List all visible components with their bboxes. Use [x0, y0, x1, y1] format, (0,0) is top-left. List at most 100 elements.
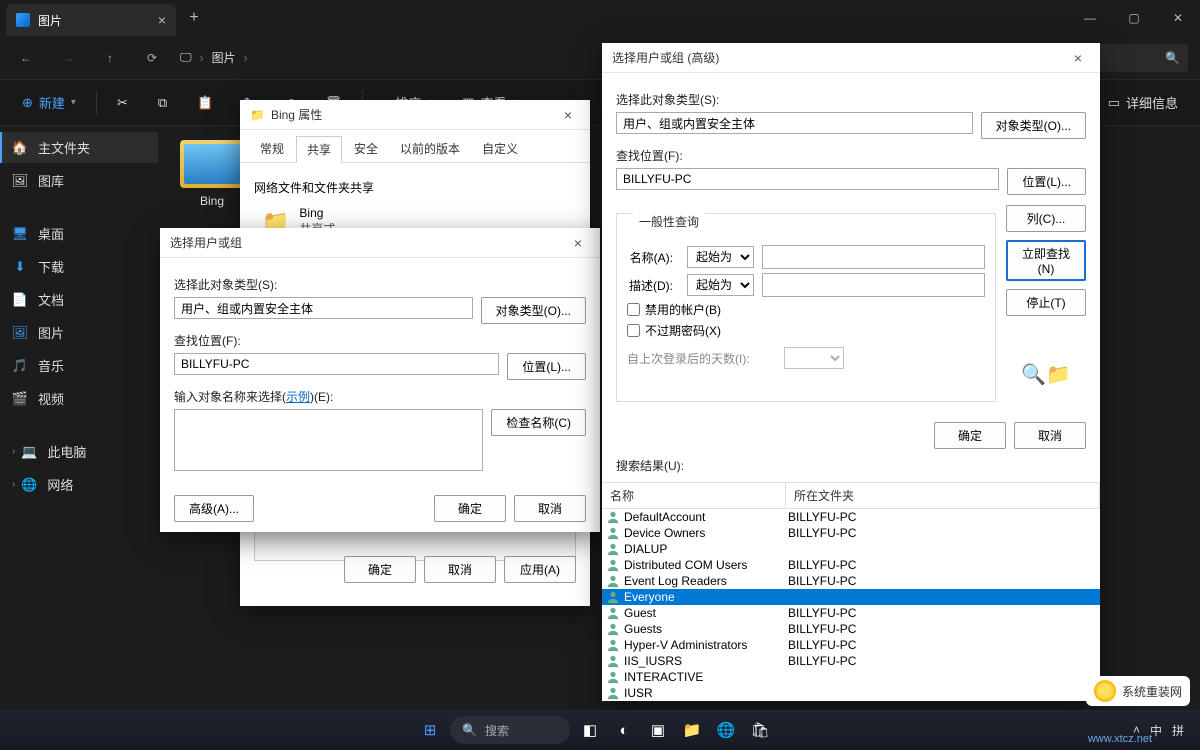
tab-security[interactable]: 安全: [344, 136, 388, 162]
back-button[interactable]: ←: [12, 44, 40, 72]
result-row[interactable]: Hyper-V AdministratorsBILLYFU-PC: [602, 637, 1100, 653]
name-match-select[interactable]: 起始为: [687, 246, 754, 268]
ok-button[interactable]: 确定: [934, 422, 1006, 449]
find-now-button[interactable]: 立即查找(N): [1006, 240, 1086, 281]
explorer-tab[interactable]: 图片 ×: [6, 4, 176, 36]
result-row[interactable]: IUSR: [602, 685, 1100, 701]
object-type-label: 选择此对象类型(S):: [174, 276, 586, 293]
cut-button[interactable]: ✂: [107, 91, 138, 115]
result-row[interactable]: INTERACTIVE: [602, 669, 1100, 685]
locations-button[interactable]: 位置(L)...: [1007, 168, 1086, 195]
object-types-button[interactable]: 对象类型(O)...: [981, 112, 1086, 139]
result-row[interactable]: Distributed COM UsersBILLYFU-PC: [602, 557, 1100, 573]
start-button[interactable]: ⊞: [416, 716, 444, 744]
columns-button[interactable]: 列(C)...: [1006, 205, 1086, 232]
close-window-button[interactable]: ✕: [1156, 0, 1200, 36]
desc-input[interactable]: [762, 273, 985, 297]
tab-customize[interactable]: 自定义: [472, 136, 528, 162]
ok-button[interactable]: 确定: [344, 556, 416, 583]
tab-sharing[interactable]: 共享: [296, 136, 342, 163]
sidebar-item-downloads[interactable]: ⬇下载: [0, 251, 158, 282]
paste-icon: 📋: [197, 95, 213, 111]
up-button[interactable]: ↑: [96, 44, 124, 72]
close-button[interactable]: ×: [566, 235, 590, 251]
search-folder-icon: 🔍📁: [1006, 362, 1086, 387]
new-button[interactable]: ⊕新建▾: [12, 89, 86, 116]
days-select: [784, 347, 844, 369]
tab-previous[interactable]: 以前的版本: [390, 136, 470, 162]
paste-button[interactable]: 📋: [187, 91, 223, 115]
result-row[interactable]: GuestsBILLYFU-PC: [602, 621, 1100, 637]
result-row[interactable]: Device OwnersBILLYFU-PC: [602, 525, 1100, 541]
cancel-button[interactable]: 取消: [1014, 422, 1086, 449]
sidebar-item-documents[interactable]: 📄文档: [0, 284, 158, 315]
sidebar: 🏠主文件夹 🖼图库 🖥桌面 ⬇下载 📄文档 🖼图片 🎵音乐 🎬视频 ›💻此电脑 …: [0, 126, 158, 726]
details-pane-button[interactable]: ▭详细信息: [1098, 89, 1188, 116]
store-button[interactable]: 🛍: [746, 716, 774, 744]
copy-button[interactable]: ⧉: [148, 91, 177, 115]
task-view-button[interactable]: ◧: [576, 716, 604, 744]
minimize-button[interactable]: —: [1068, 0, 1112, 36]
object-names-input[interactable]: [174, 409, 483, 471]
result-row[interactable]: IIS_IUSRSBILLYFU-PC: [602, 653, 1100, 669]
close-button[interactable]: ×: [556, 107, 580, 123]
close-button[interactable]: ×: [1066, 50, 1090, 66]
column-name[interactable]: 名称: [602, 483, 786, 508]
sidebar-item-this-pc[interactable]: ›💻此电脑: [0, 436, 158, 467]
document-icon: 📄: [12, 292, 28, 308]
check-names-button[interactable]: 检查名称(C): [491, 409, 586, 436]
example-link[interactable]: 示例: [286, 390, 310, 404]
file-explorer-button[interactable]: 📁: [678, 716, 706, 744]
taskbar-app[interactable]: ▣: [644, 716, 672, 744]
maximize-button[interactable]: ▢: [1112, 0, 1156, 36]
dialog-titlebar[interactable]: 选择用户或组 (高级) ×: [602, 43, 1100, 73]
sidebar-item-pictures[interactable]: 🖼图片: [0, 317, 158, 348]
new-tab-button[interactable]: +: [180, 4, 208, 32]
sidebar-item-videos[interactable]: 🎬视频: [0, 383, 158, 414]
location-label: 查找位置(F):: [174, 332, 586, 349]
taskbar-search[interactable]: 🔍搜索: [450, 716, 570, 744]
result-row[interactable]: Everyone: [602, 589, 1100, 605]
object-types-button[interactable]: 对象类型(O)...: [481, 297, 586, 324]
sidebar-item-music[interactable]: 🎵音乐: [0, 350, 158, 381]
stop-button[interactable]: 停止(T): [1006, 289, 1086, 316]
tab-close-icon[interactable]: ×: [158, 12, 166, 28]
sidebar-item-desktop[interactable]: 🖥桌面: [0, 218, 158, 249]
ok-button[interactable]: 确定: [434, 495, 506, 522]
disabled-accounts-checkbox[interactable]: [627, 303, 640, 316]
breadcrumb-item[interactable]: 图片: [212, 49, 236, 66]
result-row[interactable]: DIALUP: [602, 541, 1100, 557]
select-principal-dialog: 选择用户或组 × 选择此对象类型(S): 用户、组或内置安全主体 对象类型(O)…: [160, 228, 600, 532]
name-input[interactable]: [762, 245, 985, 269]
search-icon: 🔍: [462, 723, 477, 737]
locations-button[interactable]: 位置(L)...: [507, 353, 586, 380]
desc-match-select[interactable]: 起始为: [687, 274, 754, 296]
result-row[interactable]: GuestBILLYFU-PC: [602, 605, 1100, 621]
non-expiring-checkbox[interactable]: [627, 324, 640, 337]
refresh-button[interactable]: ⟳: [138, 44, 166, 72]
network-icon: 🌐: [21, 477, 37, 493]
cut-icon: ✂: [117, 95, 128, 111]
cancel-button[interactable]: 取消: [424, 556, 496, 583]
principal-icon: [606, 526, 620, 540]
desc-label: 描述(D):: [627, 277, 679, 294]
sidebar-item-network[interactable]: ›🌐网络: [0, 469, 158, 500]
dialog-titlebar[interactable]: 📁 Bing 属性 ×: [240, 100, 590, 130]
forward-button[interactable]: →: [54, 44, 82, 72]
widgets-button[interactable]: ◐: [610, 716, 638, 744]
column-folder[interactable]: 所在文件夹: [786, 483, 1100, 508]
object-type-field: 用户、组或内置安全主体: [174, 297, 473, 319]
result-row[interactable]: Event Log ReadersBILLYFU-PC: [602, 573, 1100, 589]
result-row[interactable]: DefaultAccountBILLYFU-PC: [602, 509, 1100, 525]
desktop-icon: 🖥: [12, 226, 28, 242]
advanced-button[interactable]: 高级(A)...: [174, 495, 254, 522]
tab-general[interactable]: 常规: [250, 136, 294, 162]
dialog-titlebar[interactable]: 选择用户或组 ×: [160, 228, 600, 258]
cancel-button[interactable]: 取消: [514, 495, 586, 522]
sidebar-item-gallery[interactable]: 🖼图库: [0, 165, 158, 196]
ime-mode[interactable]: 拼: [1172, 722, 1184, 739]
apply-button[interactable]: 应用(A): [504, 556, 576, 583]
copy-icon: ⧉: [158, 95, 167, 111]
edge-button[interactable]: 🌐: [712, 716, 740, 744]
sidebar-item-home[interactable]: 🏠主文件夹: [0, 132, 158, 163]
